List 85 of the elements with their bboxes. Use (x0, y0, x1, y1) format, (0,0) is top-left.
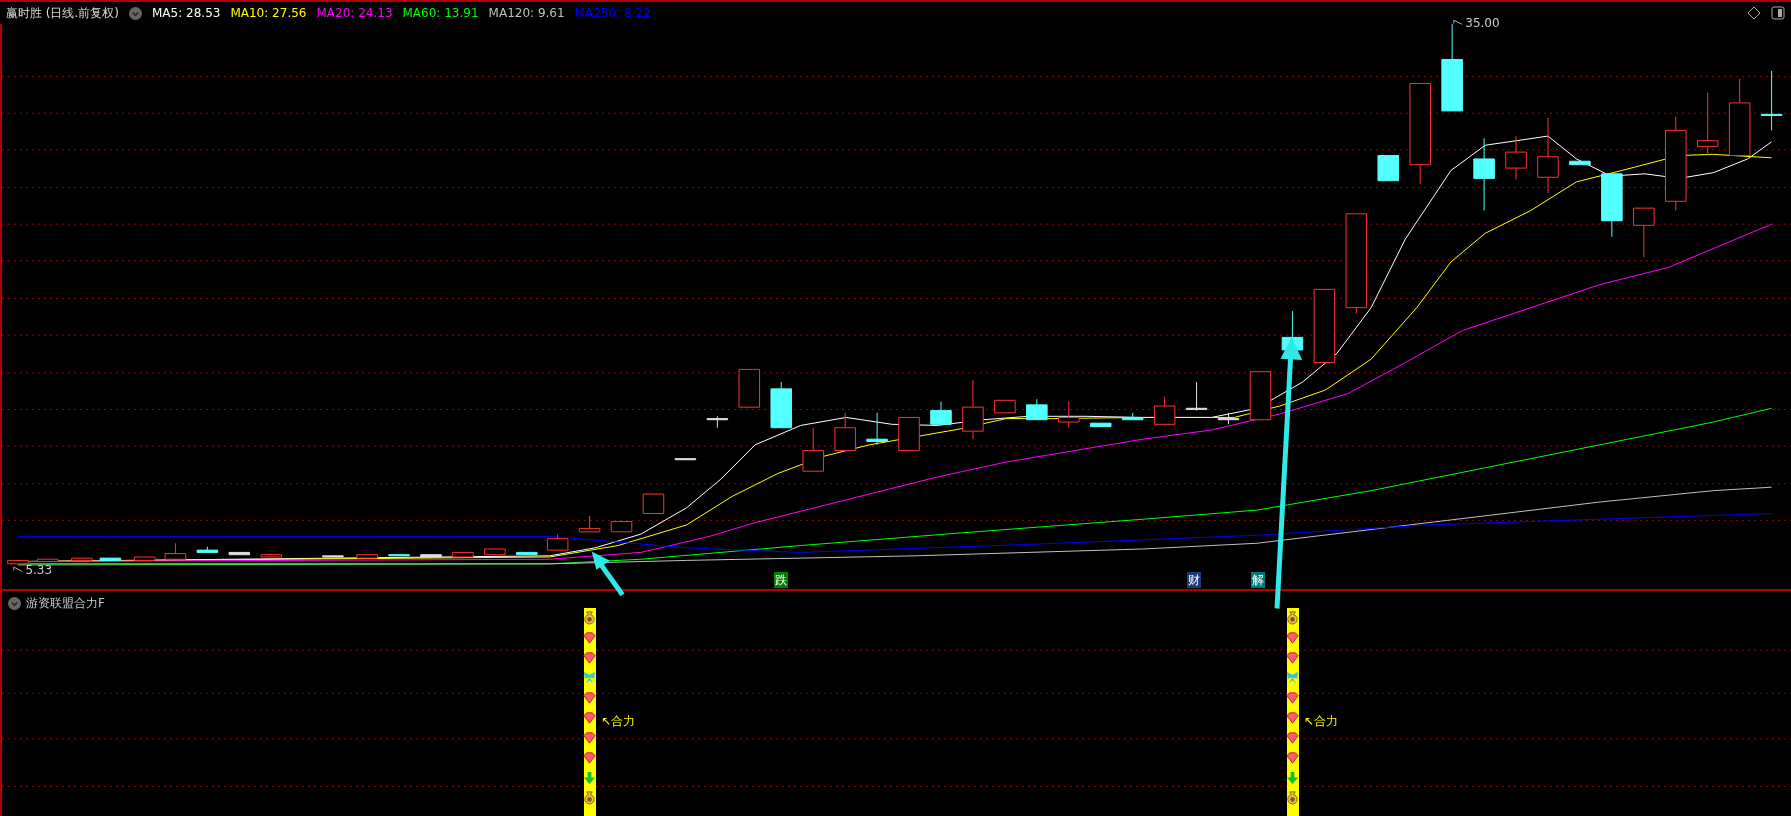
money-bag-icon (1285, 610, 1301, 625)
candlestick (1217, 412, 1240, 425)
candlestick (1601, 173, 1623, 238)
money-bag-icon (582, 610, 598, 625)
candlestick (322, 555, 344, 558)
candlestick (1185, 381, 1208, 412)
candlestick (1249, 371, 1272, 421)
candlestick (930, 400, 952, 425)
candlestick (388, 554, 410, 557)
gem-icon (582, 690, 598, 705)
gem-icon (1285, 630, 1301, 645)
money-bag-icon (582, 790, 598, 805)
candlestick (71, 557, 93, 561)
candlestick (484, 548, 506, 556)
candlestick (578, 515, 601, 533)
high-price-label: 35.00 (1465, 17, 1500, 31)
leader-icon (13, 565, 24, 575)
signal-tag: 跌 (774, 571, 789, 588)
candlestick (674, 458, 697, 461)
candlestick (770, 381, 793, 429)
signal-tag: 财 (1187, 571, 1202, 588)
signal-label: ↖合力 (601, 712, 636, 730)
candlestick (7, 559, 29, 565)
candlestick (994, 399, 1016, 414)
gem-icon (582, 630, 598, 645)
moving-average-value: MA5: 28.53 (152, 6, 221, 20)
candlestick (99, 557, 122, 561)
signal-label: ↖合力 (1303, 712, 1338, 730)
candlestick (898, 416, 920, 452)
candlestick (228, 551, 251, 556)
candlestick (802, 427, 824, 472)
gem-icon (582, 710, 598, 725)
gem-icon (1285, 710, 1301, 725)
butterfly-icon (582, 670, 598, 685)
moving-average-value: MA10: 27.56 (230, 6, 307, 20)
candlestick (1696, 92, 1719, 157)
gem-icon (1285, 650, 1301, 665)
candlestick (1153, 396, 1176, 425)
dropdown-icon[interactable] (129, 6, 142, 20)
butterfly-icon (1285, 670, 1301, 685)
candlestick (133, 556, 156, 561)
candlestick (546, 533, 569, 551)
candlestick (738, 368, 761, 408)
candlestick (420, 554, 442, 558)
candlestick (1505, 135, 1527, 181)
candlestick (1633, 207, 1655, 258)
indicator-title: 游资联盟合力F (26, 595, 105, 612)
gem-icon (582, 650, 598, 665)
moving-average-value: MA20: 24.13 (316, 6, 393, 20)
candlestick (1121, 412, 1144, 421)
candlestick (834, 412, 856, 452)
candlestick (516, 551, 538, 556)
candlestick (610, 521, 633, 533)
candlestick (1760, 70, 1783, 131)
moving-average-value: MA60: 13.91 (402, 6, 479, 20)
candlestick (1026, 398, 1048, 421)
candlestick (1377, 155, 1399, 182)
candlestick (260, 554, 283, 558)
candlestick (36, 558, 59, 563)
candlestick (452, 551, 474, 558)
candlestick (866, 412, 888, 446)
annotation-arrow (591, 551, 625, 597)
candlestick (356, 554, 378, 559)
moving-average-value: MA120: 9.61 (488, 6, 565, 20)
signal-tag: 解 (1251, 571, 1266, 588)
stock-title: 赢时胜 (日线.前复权) (6, 4, 119, 22)
moving-average-value: MA250: 8.22 (574, 6, 651, 20)
candlestick (1058, 400, 1080, 429)
candlestick (962, 379, 984, 440)
candlestick (196, 546, 219, 553)
candlestick (642, 493, 665, 514)
candlestick (706, 415, 729, 429)
gem-icon (1285, 750, 1301, 765)
candlestick (164, 542, 187, 560)
gem-icon (582, 730, 598, 745)
diamond-icon[interactable] (1747, 6, 1761, 20)
gem-icon (1285, 690, 1301, 705)
candlestick (1569, 160, 1591, 166)
dropdown-icon[interactable] (8, 597, 21, 610)
candlestick (1089, 422, 1112, 428)
money-bag-icon (1285, 790, 1301, 805)
low-price-label: 5.33 (25, 563, 53, 577)
gem-icon (1285, 730, 1301, 745)
panel-toggle-icon[interactable] (1771, 6, 1785, 20)
gem-icon (582, 750, 598, 765)
